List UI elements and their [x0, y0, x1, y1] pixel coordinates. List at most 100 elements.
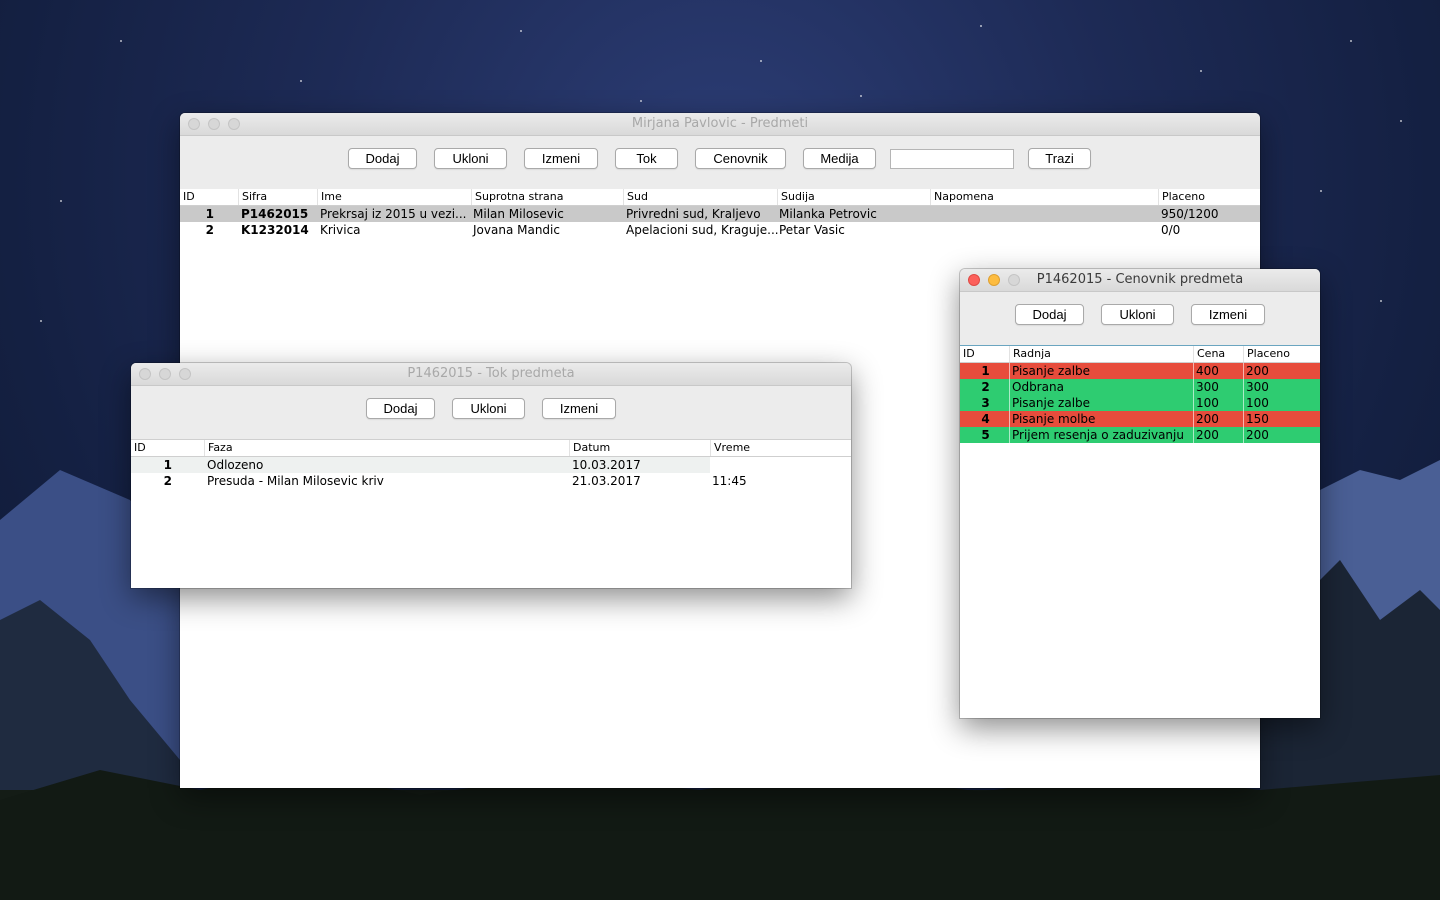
- cell-datum: 10.03.2017: [572, 458, 641, 472]
- minimize-window-button[interactable]: [208, 118, 220, 130]
- cell-radnja: Pisanje molbe: [1010, 411, 1194, 427]
- cell-id: 2: [205, 223, 214, 237]
- column-header-sifra[interactable]: Sifra: [239, 189, 318, 205]
- cell-cena: 400: [1194, 363, 1244, 379]
- cell-placeno: 200: [1244, 427, 1320, 443]
- column-header-vreme[interactable]: Vreme: [711, 440, 851, 456]
- cell-suprotna-strana: Milan Milosevic: [473, 207, 564, 221]
- pricelist-table: ID Radnja Cena Placeno 1 Pisanje zalbe 4…: [960, 345, 1320, 718]
- edit-button[interactable]: Izmeni: [1191, 304, 1265, 325]
- cell-id: 1: [163, 458, 172, 472]
- cell-id: 1: [960, 363, 1010, 379]
- cell-ime: Krivica: [320, 223, 361, 237]
- main-window-titlebar[interactable]: Mirjana Pavlovic - Predmeti: [180, 113, 1260, 136]
- main-window-title: Mirjana Pavlovic - Predmeti: [631, 116, 809, 131]
- column-header-napomena[interactable]: Napomena: [931, 189, 1159, 205]
- pricelist-window-title: P1462015 - Cenovnik predmeta: [1036, 272, 1244, 287]
- cell-placeno: 100: [1244, 395, 1320, 411]
- cell-id: 3: [960, 395, 1010, 411]
- cell-cena: 200: [1194, 427, 1244, 443]
- table-row[interactable]: 2 Presuda - Milan Milosevic kriv 21.03.2…: [131, 473, 851, 489]
- zoom-window-button[interactable]: [179, 368, 191, 380]
- cell-id: 1: [205, 207, 214, 221]
- minimize-window-button[interactable]: [988, 274, 1000, 286]
- table-row[interactable]: 2 Odbrana 300 300: [960, 379, 1320, 395]
- column-header-suprotna-strana[interactable]: Suprotna strana: [472, 189, 624, 205]
- column-header-placeno[interactable]: Placeno: [1244, 346, 1320, 362]
- close-window-button[interactable]: [139, 368, 151, 380]
- column-header-faza[interactable]: Faza: [205, 440, 570, 456]
- column-header-ime[interactable]: Ime: [318, 189, 472, 205]
- flow-window-titlebar[interactable]: P1462015 - Tok predmeta: [131, 363, 851, 386]
- cell-vreme: 11:45: [712, 474, 747, 488]
- pricelist-button[interactable]: Cenovnik: [695, 148, 786, 169]
- cell-cena: 100: [1194, 395, 1244, 411]
- cell-placeno: 200: [1244, 363, 1320, 379]
- cell-placeno: 150: [1244, 411, 1320, 427]
- table-header: ID Faza Datum Vreme: [131, 440, 851, 457]
- column-header-placeno[interactable]: Placeno: [1159, 189, 1260, 205]
- flow-table: ID Faza Datum Vreme 1 Odlozeno 10.03.201…: [131, 439, 851, 588]
- cell-cena: 200: [1194, 411, 1244, 427]
- cell-suprotna-strana: Jovana Mandic: [473, 223, 560, 237]
- minimize-window-button[interactable]: [159, 368, 171, 380]
- flow-toolbar: Dodaj Ukloni Izmeni: [131, 386, 851, 439]
- cell-sifra: K1232014: [241, 223, 309, 237]
- column-header-sudija[interactable]: Sudija: [778, 189, 931, 205]
- remove-button[interactable]: Ukloni: [452, 398, 525, 419]
- table-row[interactable]: 5 Prijem resenja o zaduzivanju 200 200: [960, 427, 1320, 443]
- cell-sudija: Milanka Petrovic: [779, 207, 877, 221]
- cell-vreme: [710, 457, 851, 473]
- flow-window: P1462015 - Tok predmeta Dodaj Ukloni Izm…: [131, 363, 851, 588]
- table-row[interactable]: 1 P1462015 Prekrsaj iz 2015 u vezi... Mi…: [180, 206, 1260, 222]
- close-window-button[interactable]: [188, 118, 200, 130]
- cell-placeno: 950/1200: [1161, 207, 1219, 221]
- cell-id: 5: [960, 427, 1010, 443]
- table-header: ID Radnja Cena Placeno: [960, 346, 1320, 363]
- table-row[interactable]: 1 Odlozeno 10.03.2017: [131, 457, 851, 473]
- cell-placeno: 300: [1244, 379, 1320, 395]
- cell-napomena: [931, 222, 1159, 238]
- pricelist-toolbar: Dodaj Ukloni Izmeni: [960, 292, 1320, 345]
- zoom-window-button[interactable]: [1008, 274, 1020, 286]
- column-header-datum[interactable]: Datum: [570, 440, 711, 456]
- remove-button[interactable]: Ukloni: [434, 148, 507, 169]
- flow-window-title: P1462015 - Tok predmeta: [407, 366, 575, 381]
- media-button[interactable]: Medija: [803, 148, 876, 169]
- edit-button[interactable]: Izmeni: [524, 148, 598, 169]
- add-button[interactable]: Dodaj: [366, 398, 435, 419]
- add-button[interactable]: Dodaj: [1015, 304, 1084, 325]
- column-header-sud[interactable]: Sud: [624, 189, 778, 205]
- table-row[interactable]: 4 Pisanje molbe 200 150: [960, 411, 1320, 427]
- cell-radnja: Odbrana: [1010, 379, 1194, 395]
- cell-sud: Apelacioni sud, Kraguje...: [626, 223, 778, 237]
- cell-faza: Presuda - Milan Milosevic kriv: [207, 474, 384, 488]
- table-row[interactable]: 2 K1232014 Krivica Jovana Mandic Apelaci…: [180, 222, 1260, 238]
- column-header-cena[interactable]: Cena: [1194, 346, 1244, 362]
- column-header-radnja[interactable]: Radnja: [1010, 346, 1194, 362]
- column-header-id[interactable]: ID: [180, 189, 239, 205]
- table-row[interactable]: 1 Pisanje zalbe 400 200: [960, 363, 1320, 379]
- cell-ime: Prekrsaj iz 2015 u vezi...: [320, 207, 467, 221]
- search-input[interactable]: [890, 149, 1014, 169]
- edit-button[interactable]: Izmeni: [542, 398, 616, 419]
- cell-placeno: 0/0: [1161, 223, 1181, 237]
- cell-radnja: Prijem resenja o zaduzivanju: [1010, 427, 1194, 443]
- column-header-id[interactable]: ID: [131, 440, 205, 456]
- cell-cena: 300: [1194, 379, 1244, 395]
- close-window-button[interactable]: [968, 274, 980, 286]
- search-button[interactable]: Trazi: [1028, 148, 1091, 169]
- cell-id: 2: [163, 474, 172, 488]
- table-row[interactable]: 3 Pisanje zalbe 100 100: [960, 395, 1320, 411]
- add-button[interactable]: Dodaj: [348, 148, 417, 169]
- cell-sudija: Petar Vasic: [779, 223, 845, 237]
- remove-button[interactable]: Ukloni: [1101, 304, 1174, 325]
- cell-datum: 21.03.2017: [572, 474, 641, 488]
- flow-button[interactable]: Tok: [615, 148, 678, 169]
- column-header-id[interactable]: ID: [960, 346, 1010, 362]
- pricelist-window-titlebar[interactable]: P1462015 - Cenovnik predmeta: [960, 269, 1320, 292]
- cell-napomena: [931, 206, 1159, 222]
- cell-id: 4: [960, 411, 1010, 427]
- zoom-window-button[interactable]: [228, 118, 240, 130]
- cell-radnja: Pisanje zalbe: [1010, 395, 1194, 411]
